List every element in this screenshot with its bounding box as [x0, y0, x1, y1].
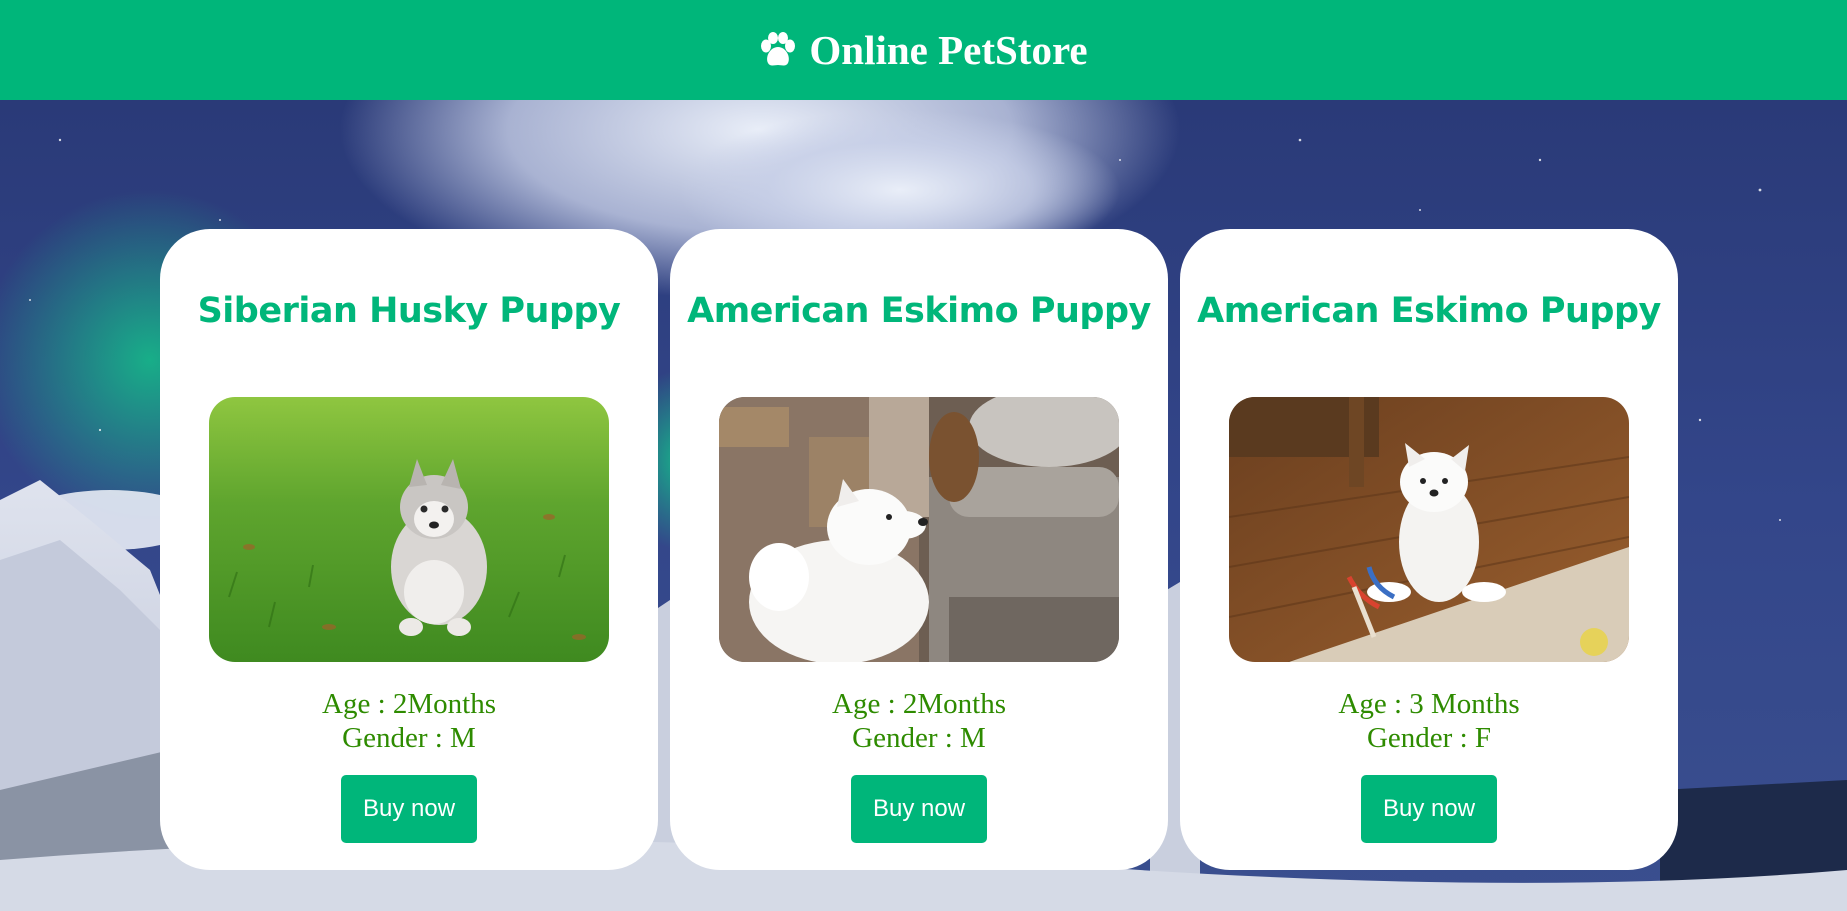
buy-now-button[interactable]: Buy now — [341, 775, 477, 843]
pet-age: Age : 2Months — [322, 688, 496, 720]
brand-logo[interactable]: Online PetStore — [759, 26, 1088, 74]
paw-icon — [759, 32, 797, 68]
pet-age: Age : 3 Months — [1338, 688, 1520, 720]
american-eskimo-puppy-sofa-image — [719, 397, 1119, 662]
buy-now-button[interactable]: Buy now — [1361, 775, 1497, 843]
pet-name: American Eskimo Puppy — [687, 291, 1151, 331]
buy-now-button[interactable]: Buy now — [851, 775, 987, 843]
pet-card: American Eskimo Puppy — [1180, 229, 1678, 870]
pet-name: American Eskimo Puppy — [1197, 291, 1661, 331]
site-title: Online PetStore — [809, 27, 1088, 73]
top-header-bar: Online PetStore — [0, 0, 1847, 100]
pet-photo — [1229, 397, 1629, 662]
pet-age: Age : 2Months — [832, 688, 1006, 720]
page: Online PetStore Siberian Husky Puppy Age… — [0, 0, 1847, 911]
pet-name: Siberian Husky Puppy — [197, 291, 621, 331]
siberian-husky-puppy-image — [209, 397, 609, 662]
pet-gender: Gender : M — [852, 722, 986, 754]
pet-card: American Eskimo Puppy — [670, 229, 1168, 870]
pet-photo — [719, 397, 1119, 662]
pet-gender: Gender : M — [342, 722, 476, 754]
pet-card: Siberian Husky Puppy Age: 2Months Gende… — [160, 229, 658, 870]
pet-gender: Gender : F — [1366, 722, 1492, 754]
american-eskimo-puppy-floor-image — [1229, 397, 1629, 662]
pet-photo — [209, 397, 609, 662]
